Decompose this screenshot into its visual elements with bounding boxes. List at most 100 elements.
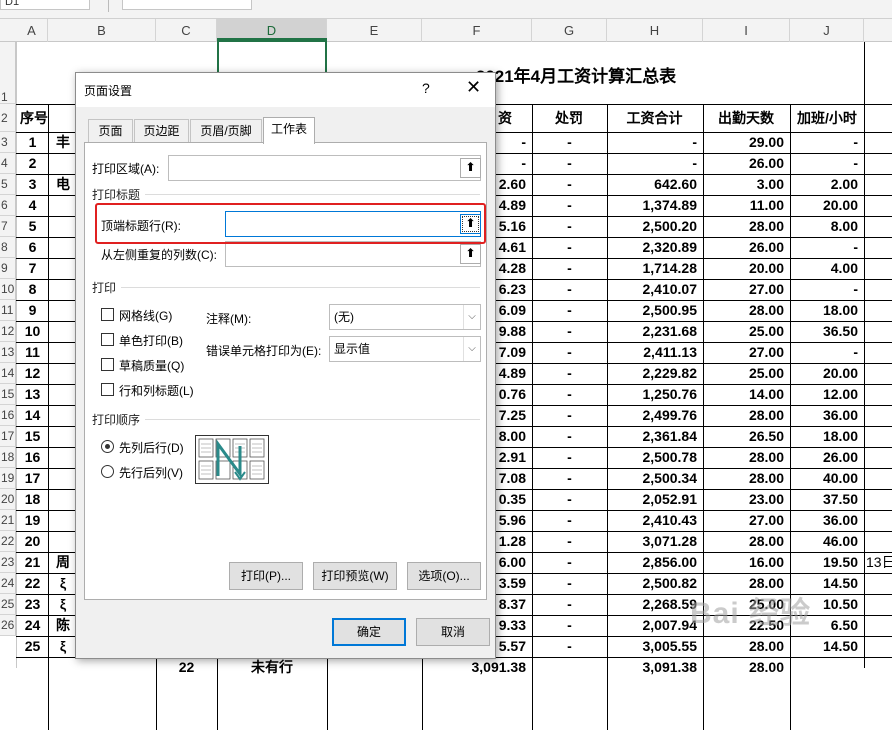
- cell-name: 电: [56, 176, 70, 192]
- dialog-titlebar[interactable]: 页面设置 ? ✕: [76, 73, 495, 107]
- print-area-input[interactable]: [168, 155, 481, 181]
- name-box[interactable]: D1: [0, 0, 90, 10]
- draft-checkbox[interactable]: [101, 358, 114, 371]
- cell-name: [48, 468, 78, 489]
- close-icon[interactable]: ✕: [466, 77, 481, 98]
- row-header-1[interactable]: 1: [0, 42, 16, 104]
- row-header-3[interactable]: 3: [0, 132, 16, 153]
- cell-penalty: -: [567, 617, 572, 633]
- row-header-8[interactable]: 8: [0, 237, 16, 258]
- row-header-13[interactable]: 13: [0, 342, 16, 363]
- header-j: 加班/小时: [797, 110, 857, 126]
- formula-input[interactable]: [122, 0, 252, 10]
- column-header-b[interactable]: B: [48, 19, 156, 42]
- row-header-22[interactable]: 22: [0, 531, 16, 552]
- column-header-c[interactable]: C: [156, 19, 217, 42]
- print-preview-button[interactable]: 打印预览(W): [313, 562, 397, 590]
- gridlines-checkbox[interactable]: [101, 308, 114, 321]
- chevron-down-icon[interactable]: ⌵: [463, 337, 480, 361]
- cols-to-repeat-input[interactable]: [225, 241, 481, 267]
- row-header-7[interactable]: 7: [0, 216, 16, 237]
- row-header-24[interactable]: 24: [0, 573, 16, 594]
- tab-margins[interactable]: 页边距: [134, 119, 189, 143]
- cell-overtime: 18.00: [822, 302, 858, 318]
- cell-total-pay: 2,500.78: [642, 449, 698, 465]
- cell-name: [48, 321, 78, 342]
- cell-overtime: -: [853, 344, 858, 360]
- page-setup-dialog: 页面设置 ? ✕ 页面 页边距 页眉/页脚 工作表 打印区域(A): ⬆ 打印标…: [75, 72, 496, 659]
- row-header-11[interactable]: 11: [0, 300, 16, 321]
- row-header-10[interactable]: 10: [0, 279, 16, 300]
- cell-attendance: 27.00: [748, 512, 784, 528]
- row-header-25[interactable]: 25: [0, 594, 16, 615]
- cell-penalty: -: [567, 323, 572, 339]
- over-then-down-radio[interactable]: [101, 465, 114, 478]
- cell-seq: 19: [24, 512, 41, 528]
- chevron-down-icon[interactable]: ⌵: [463, 305, 480, 329]
- row-header-21[interactable]: 21: [0, 510, 16, 531]
- cell-total-pay: 2,229.82: [642, 365, 698, 381]
- cell-total-pay: 642.60: [654, 176, 697, 192]
- row-header-19[interactable]: 19: [0, 468, 16, 489]
- row-header-12[interactable]: 12: [0, 321, 16, 342]
- tab-sheet[interactable]: 工作表: [263, 117, 315, 144]
- help-icon[interactable]: ?: [422, 80, 430, 96]
- tab-header-footer[interactable]: 页眉/页脚: [190, 119, 262, 143]
- tab-page[interactable]: 页面: [88, 119, 133, 143]
- cell-total-pay: 2,320.89: [642, 239, 698, 255]
- row-header-4[interactable]: 4: [0, 153, 16, 174]
- row-header-23[interactable]: 23: [0, 552, 16, 573]
- column-header-e[interactable]: E: [327, 19, 422, 42]
- errors-label: 错误单元格打印为(E):: [206, 344, 322, 358]
- row-header-14[interactable]: 14: [0, 363, 16, 384]
- ok-button[interactable]: 确定: [332, 618, 406, 646]
- cell-penalty: -: [567, 470, 572, 486]
- row-header-26[interactable]: 26: [0, 615, 16, 636]
- column-header-g[interactable]: G: [532, 19, 607, 42]
- formula-bar: D1: [0, 0, 892, 19]
- cell-seq: 6: [28, 239, 37, 255]
- row-header-18[interactable]: 18: [0, 447, 16, 468]
- row-header-2[interactable]: 2: [0, 104, 16, 132]
- cell-overtime: 26.00: [822, 449, 858, 465]
- row-header-17[interactable]: 17: [0, 426, 16, 447]
- column-header-a[interactable]: A: [16, 19, 48, 42]
- cols-to-repeat-collapse-icon[interactable]: ⬆: [460, 244, 481, 264]
- row-header-15[interactable]: 15: [0, 384, 16, 405]
- column-header-f[interactable]: F: [422, 19, 532, 42]
- cell-attendance: 16.00: [748, 554, 784, 570]
- row-header-20[interactable]: 20: [0, 489, 16, 510]
- cell-seq: 4: [28, 197, 37, 213]
- cell-overtime: 36.00: [822, 407, 858, 423]
- cell-total-pay: 1,374.89: [642, 197, 698, 213]
- comments-dropdown[interactable]: (无) ⌵: [329, 304, 481, 330]
- column-header-h[interactable]: H: [607, 19, 703, 42]
- column-header-i[interactable]: I: [703, 19, 790, 42]
- cell-name: [48, 342, 78, 363]
- cell-name: 陈: [56, 617, 70, 633]
- errors-dropdown[interactable]: 显示值 ⌵: [329, 336, 481, 362]
- cancel-button[interactable]: 取消: [416, 618, 490, 646]
- column-headers: ABCDEFGHIJ: [0, 19, 892, 42]
- options-button[interactable]: 选项(O)...: [407, 562, 481, 590]
- watermark: Bai 经验: [690, 597, 812, 630]
- comments-value: (无): [334, 310, 354, 324]
- down-then-over-radio[interactable]: [101, 440, 114, 453]
- print-button[interactable]: 打印(P)...: [229, 562, 303, 590]
- row-header-5[interactable]: 5: [0, 174, 16, 195]
- cell-seq: 11: [25, 344, 40, 360]
- print-area-collapse-icon[interactable]: ⬆: [460, 158, 481, 178]
- cell-seq: 23: [24, 596, 41, 612]
- cell-attendance: 11.00: [749, 197, 784, 213]
- column-header-j[interactable]: J: [790, 19, 864, 42]
- cell-seq: 24: [24, 617, 41, 633]
- black-white-checkbox[interactable]: [101, 333, 114, 346]
- print-area-label: 打印区域(A):: [92, 162, 160, 176]
- row-header-16[interactable]: 16: [0, 405, 16, 426]
- cell-total-pay: 3,071.28: [642, 533, 698, 549]
- cell-penalty: -: [567, 239, 572, 255]
- row-col-headings-checkbox[interactable]: [101, 383, 114, 396]
- row-header-6[interactable]: 6: [0, 195, 16, 216]
- cell-attendance: 28.00: [748, 449, 784, 465]
- row-header-9[interactable]: 9: [0, 258, 16, 279]
